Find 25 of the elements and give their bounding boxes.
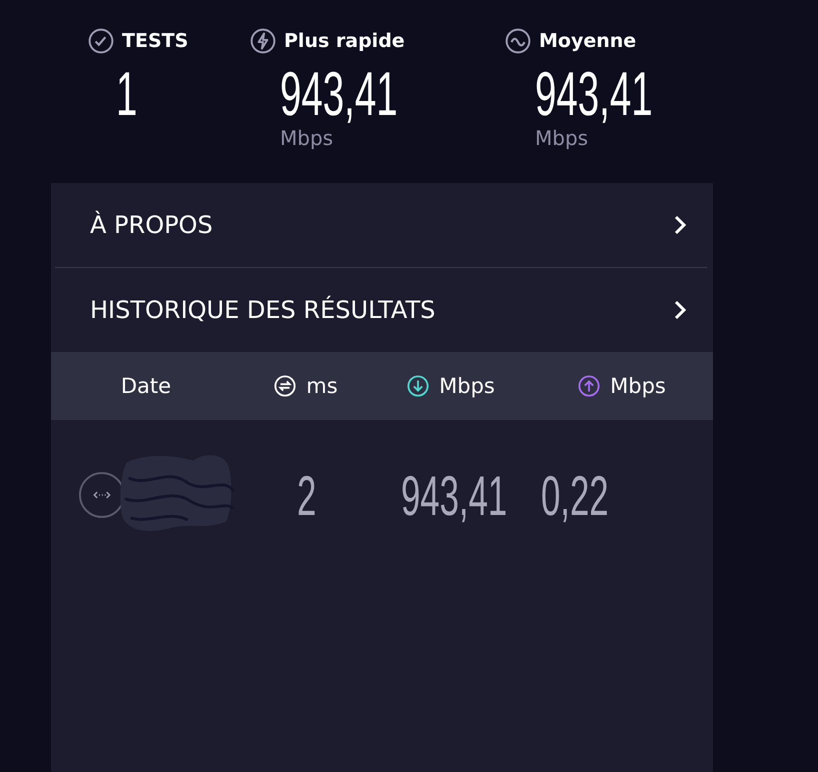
ping-icon: [274, 375, 296, 397]
chevron-right-icon: [673, 299, 687, 321]
menu-item[interactable]: À PROPOS: [55, 183, 707, 268]
column-header: Mbps: [439, 374, 495, 398]
column-header: Mbps: [610, 374, 666, 398]
lightning-icon: [250, 28, 276, 54]
check-icon: [88, 28, 114, 54]
stat-value: 943,41: [535, 64, 653, 126]
stat-unit: Mbps: [280, 126, 334, 150]
stat-value: 943,41: [280, 64, 398, 126]
wave-icon: [505, 28, 531, 54]
table-cell: 0,22: [541, 462, 609, 528]
stat-unit: Mbps: [535, 126, 588, 150]
chevron-right-icon: [673, 214, 687, 236]
menu-item[interactable]: HISTORIQUE DES RÉSULTATS: [55, 268, 707, 352]
table-cell: 2: [297, 462, 316, 528]
column-header: ms: [306, 374, 338, 398]
table-cell: 943,41: [401, 462, 508, 528]
stat-label: TESTS: [122, 30, 188, 52]
stat-label: Plus rapide: [284, 30, 405, 52]
stat-label: Moyenne: [539, 30, 636, 52]
upload-icon: [578, 375, 600, 397]
download-icon: [407, 375, 430, 397]
column-header: Date: [120, 374, 172, 398]
stat-value: 1: [116, 64, 138, 126]
